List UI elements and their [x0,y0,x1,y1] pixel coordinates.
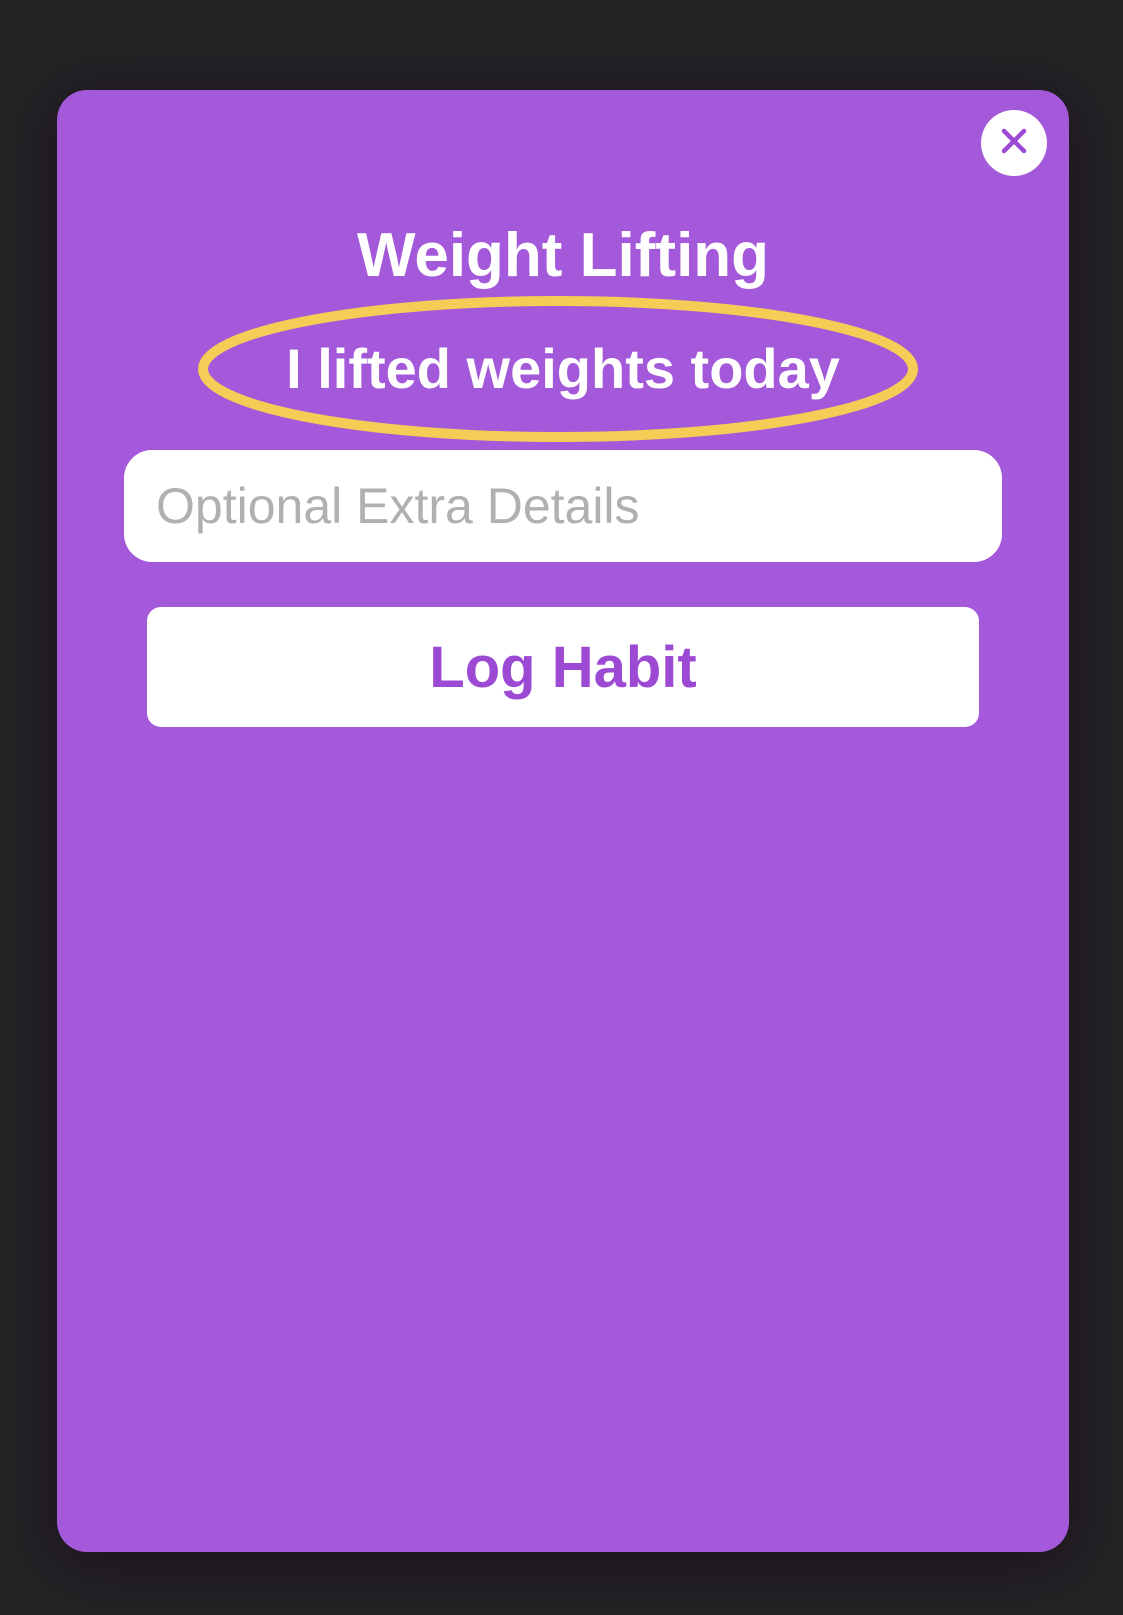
habit-title: Weight Lifting [356,221,770,290]
log-habit-button[interactable]: Log Habit [147,607,979,727]
extra-details-input[interactable] [124,450,1002,562]
close-button[interactable] [981,110,1047,176]
close-icon [999,126,1029,161]
log-habit-modal: Weight Lifting I lifted weights today Lo… [57,90,1069,1552]
habit-description: I lifted weights today [286,337,840,400]
